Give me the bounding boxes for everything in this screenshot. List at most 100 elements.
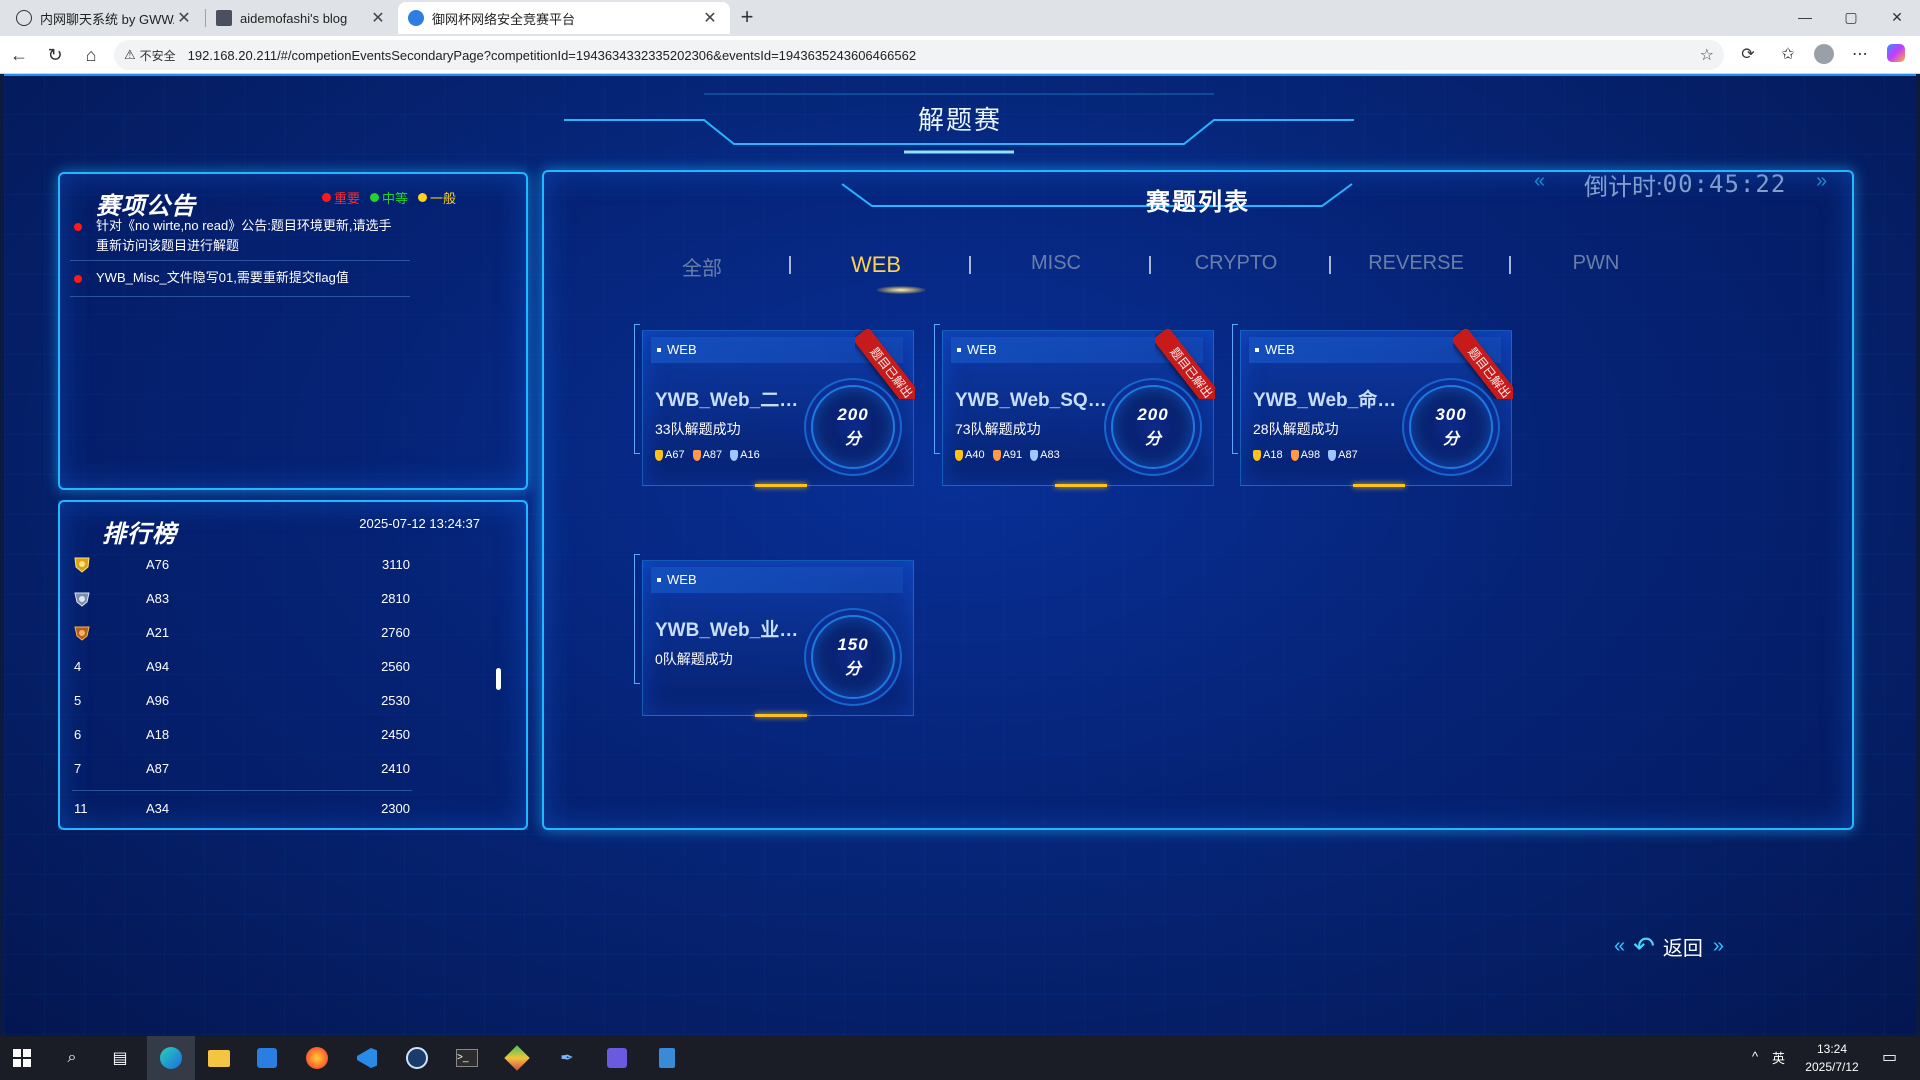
firefox-icon[interactable] [303,1044,331,1072]
challenge-card[interactable]: WEB 题目已解出 YWB_Web_二次编码 33队解题成功 A67 A87 A… [642,329,915,487]
system-clock[interactable]: 13:24 2025/7/12 [1792,1040,1872,1076]
favorites-icon[interactable]: ✩ [1776,44,1800,66]
site-favicon-icon [408,10,424,26]
close-tab-icon[interactable]: ✕ [368,8,388,28]
browser-tab-competition[interactable]: 御网杯网络安全竞赛平台 ✕ [398,2,730,34]
silver-medal-team: A91 [992,449,1022,461]
gold-medal-icon [1253,449,1261,461]
back-label: 返回 [1662,937,1703,960]
steam-icon[interactable] [403,1044,431,1072]
tab-pwn[interactable]: PWN [1526,252,1666,275]
challenge-card[interactable]: WEB 题目已解出 YWB_Web_SQL注... 73队解题成功 A40 A9… [942,329,1215,487]
calculator-icon[interactable] [653,1044,681,1072]
my-team-rank-row: 11 A34 2300 [72,794,412,824]
challenge-name: YWB_Web_业务逻... [655,620,817,641]
tab-crypto[interactable]: CRYPTO [1166,252,1306,275]
gold-medal-icon [655,449,663,461]
more-menu-icon[interactable]: ⋯ [1848,44,1872,66]
team-score: 2530 [381,693,410,708]
leaderboard-row: A21 2760 [72,618,412,648]
tab-all[interactable]: 全部 [632,252,772,281]
notice-item[interactable]: YWB_Misc_文件隐写01,需要重新提交flag值 [74,268,404,288]
challenge-list-title: 赛题列表 [1146,189,1250,216]
important-dot-icon [74,275,82,283]
second-medal-icon [992,449,1001,461]
leaderboard-row: 7 A87 2410 [72,754,412,784]
home-icon[interactable]: ⌂ [78,42,104,68]
input-method-indicator[interactable]: 英 [1772,1048,1785,1080]
url-field[interactable]: ⚠ 不安全 192.168.20.211/#/competionEventsSe… [114,40,1724,70]
leaderboard-row: 4 A94 2560 [72,652,412,682]
third-medal-icon [730,449,739,461]
return-arrow-icon: ↶ [1633,930,1655,961]
extensions-icon[interactable]: ⟳ [1736,44,1760,66]
first-blood-medals: A18 A98 A87 [1253,449,1366,461]
second-medal-icon [1290,449,1299,461]
git-app-icon[interactable] [503,1044,531,1072]
notification-icon[interactable]: ▭ [1882,1047,1897,1080]
solved-count: 33队解题成功 [655,421,741,437]
active-tab-glow [876,286,926,294]
tab-reverse[interactable]: REVERSE [1346,252,1486,275]
close-window-button[interactable]: ✕ [1874,0,1920,34]
minimize-button[interactable]: — [1782,0,1828,34]
vscode-icon[interactable] [353,1044,381,1072]
team-name: A96 [146,693,170,708]
pen-app-icon[interactable]: ✒ [553,1044,581,1072]
maximize-button[interactable]: ▢ [1828,0,1874,34]
challenge-card[interactable]: WEB YWB_Web_业务逻... 0队解题成功 150 分 [642,560,914,717]
challenge-card[interactable]: WEB 题目已解出 YWB_Web_命令执... 28队解题成功 A18 A98… [1240,329,1513,487]
score-badge: 150 分 [811,615,895,699]
search-icon[interactable]: ⌕ [58,1044,86,1072]
reload-icon[interactable]: ↻ [42,42,68,68]
card-bracket [1232,324,1238,454]
team-name: A83 [146,591,170,606]
tab-web[interactable]: WEB [806,252,946,278]
page-title: 解题赛 [917,105,1002,135]
tab-divider [1149,256,1151,274]
new-tab-button[interactable]: + [734,4,760,30]
team-score: 2410 [381,761,410,776]
tab-label: aidemofashi's blog [240,10,348,26]
silver-medal-icon [74,592,90,607]
clock-date: 2025/7/12 [1805,1060,1859,1074]
tab-divider [1509,256,1511,274]
score-value: 200 [837,405,869,424]
browser-tab-blog[interactable]: aidemofashi's blog ✕ [206,2,398,34]
browser-tab-chat[interactable]: 内网聊天系统 by GWWAFZ ✕ [6,2,204,34]
team-name: A18 [146,727,170,742]
profile-avatar-icon[interactable] [1812,44,1836,66]
bronze-medal-team: A16 [730,449,760,461]
task-view-icon[interactable]: ▤ [106,1044,134,1072]
team-score: 3110 [382,557,410,572]
notice-item[interactable]: 针对《no wirte,no read》公告:题目环境更新,请选手重新访问该题目… [74,216,404,256]
first-blood-medals: A40 A91 A83 [955,449,1068,461]
leaderboard-scrollbar[interactable] [496,668,501,690]
notes-app-icon[interactable] [603,1044,631,1072]
store-icon[interactable] [253,1044,281,1072]
close-tab-icon[interactable]: ✕ [174,8,194,28]
my-rank-divider [72,790,412,791]
close-tab-icon[interactable]: ✕ [700,8,720,28]
back-button[interactable]: « ↶ 返回 » [1614,924,1796,968]
challenge-name: YWB_Web_命令执... [1253,390,1415,411]
windows-start-icon[interactable] [8,1044,36,1072]
terminal-icon[interactable]: >_ [453,1044,481,1072]
back-arrow-icon[interactable]: ← [6,42,32,68]
copilot-icon[interactable] [1884,44,1908,66]
url-text[interactable]: 192.168.20.211/#/competionEventsSecondar… [188,48,916,63]
edge-browser-icon[interactable] [157,1044,185,1072]
second-medal-icon [692,449,701,461]
team-name: A34 [146,801,170,816]
gold-medal-icon [955,449,963,461]
third-medal-icon [1030,449,1039,461]
rank-number: 6 [74,727,82,742]
tab-divider [789,256,791,274]
tray-chevron-icon[interactable]: ^ [1752,1049,1758,1080]
favorite-star-icon[interactable]: ☆ [1700,45,1714,65]
card-bracket [634,324,640,454]
file-explorer-icon[interactable] [205,1044,233,1072]
bronze-medal-team: A83 [1030,449,1060,461]
tab-misc[interactable]: MISC [986,252,1126,275]
important-dot-icon [74,223,82,231]
